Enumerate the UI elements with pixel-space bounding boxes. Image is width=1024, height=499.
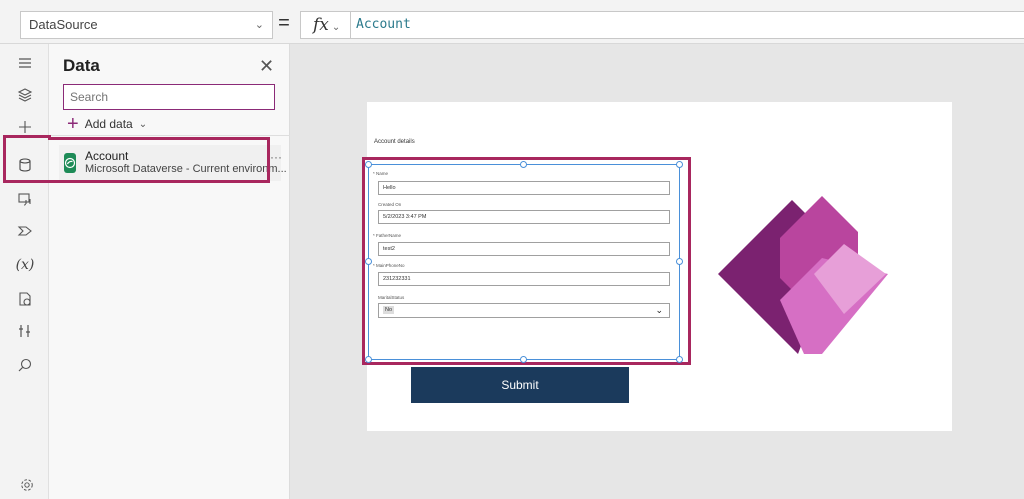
- variable-icon[interactable]: (x): [8, 250, 42, 280]
- formula-bar: DataSource ⌄ = fx ⌄ Account: [0, 0, 1024, 44]
- resize-handle[interactable]: [676, 258, 683, 265]
- layers-icon[interactable]: [8, 80, 42, 110]
- highlight-datasource: [48, 137, 270, 183]
- submit-button[interactable]: Submit: [411, 367, 629, 403]
- chevron-down-icon: ⌄: [331, 22, 341, 33]
- tools-icon[interactable]: [8, 316, 42, 346]
- field-label-fathername: * FatherName: [373, 233, 402, 238]
- media-icon[interactable]: [8, 184, 42, 214]
- left-rail: (x): [0, 44, 49, 499]
- form-title: Account details: [374, 139, 415, 145]
- settings-icon[interactable]: [20, 478, 34, 497]
- fathername-input[interactable]: test2: [378, 242, 670, 256]
- field-label-created-on: Created On: [378, 202, 402, 207]
- equals-sign: =: [278, 12, 290, 34]
- field-label-maritalstatus: MaritalStatus: [378, 295, 405, 300]
- created-on-input[interactable]: 5/2/2023 3:47 PM: [378, 210, 670, 224]
- variable-label: (x): [15, 257, 35, 273]
- fx-icon: fx: [313, 15, 329, 35]
- close-icon[interactable]: ✕: [259, 56, 274, 77]
- search-icon[interactable]: [8, 350, 42, 380]
- chevron-down-icon: ⌄: [138, 118, 148, 130]
- resize-handle[interactable]: [365, 258, 372, 265]
- chevron-down-icon: ⌄: [254, 19, 264, 31]
- panel-title: Data: [63, 56, 100, 75]
- plus-icon: +: [67, 113, 79, 135]
- tag-icon[interactable]: [8, 216, 42, 246]
- property-dropdown[interactable]: DataSource ⌄: [20, 11, 273, 39]
- search-input[interactable]: [63, 84, 275, 110]
- add-data-button[interactable]: + Add data ⌄: [67, 113, 148, 135]
- property-value: DataSource: [29, 17, 98, 32]
- resize-handle[interactable]: [365, 161, 372, 168]
- field-label-mainphoneno: * MainPhoneNo: [373, 263, 405, 268]
- chevron-down-icon: ⌄: [655, 305, 663, 315]
- component-icon[interactable]: [8, 284, 42, 314]
- power-apps-logo: [718, 194, 890, 363]
- resize-handle[interactable]: [676, 161, 683, 168]
- resize-handle[interactable]: [676, 356, 683, 363]
- resize-handle[interactable]: [520, 356, 527, 363]
- data-panel: Data ✕ + Add data ⌄ Account Microsoft Da…: [49, 44, 290, 499]
- menu-icon[interactable]: [8, 48, 42, 78]
- more-options-icon[interactable]: ···: [270, 150, 282, 164]
- fx-button[interactable]: fx ⌄: [300, 11, 350, 39]
- maritalstatus-dropdown[interactable]: No ⌄: [378, 303, 670, 318]
- field-label-name: * Name: [373, 171, 389, 176]
- highlight-rail: [3, 135, 51, 183]
- mainphoneno-input[interactable]: 231232331: [378, 272, 670, 286]
- add-data-label: Add data: [84, 117, 133, 131]
- maritalstatus-value: No: [383, 306, 395, 314]
- divider: [49, 135, 290, 136]
- formula-input[interactable]: Account: [350, 11, 1024, 39]
- resize-handle[interactable]: [365, 356, 372, 363]
- name-input[interactable]: Hello: [378, 181, 670, 195]
- resize-handle[interactable]: [520, 161, 527, 168]
